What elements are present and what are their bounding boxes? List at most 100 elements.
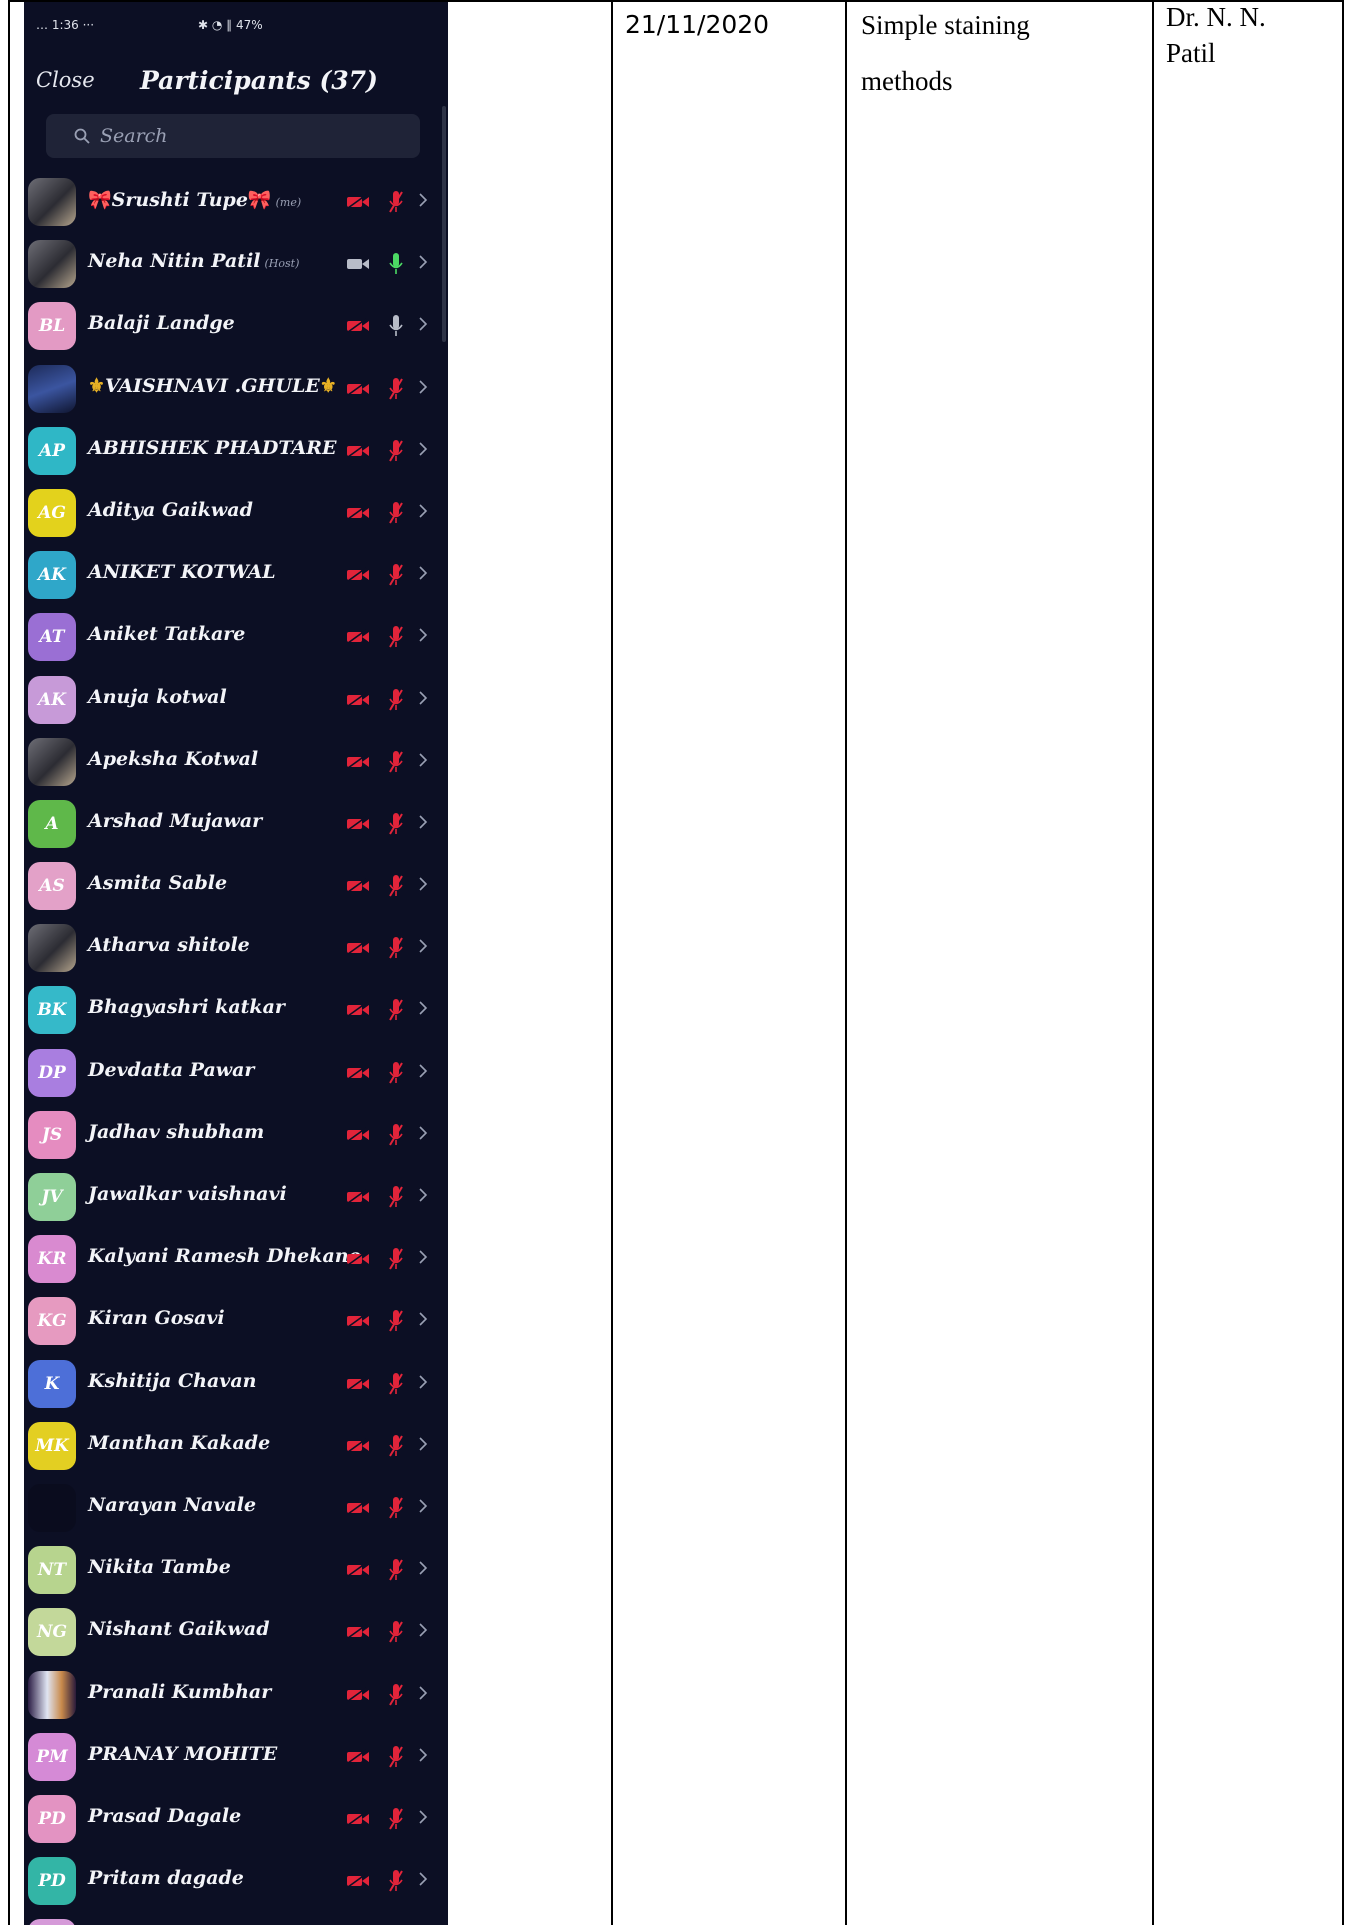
chevron-right-icon[interactable]	[418, 1434, 428, 1454]
chevron-right-icon[interactable]	[418, 1309, 428, 1329]
video-off-icon[interactable]	[346, 1313, 370, 1329]
video-off-icon[interactable]	[346, 1749, 370, 1765]
video-off-icon[interactable]	[346, 1251, 370, 1267]
chevron-right-icon[interactable]	[418, 563, 428, 583]
participant-row[interactable]: Pranali Kumbhar	[24, 1663, 448, 1725]
chevron-right-icon[interactable]	[418, 750, 428, 770]
mic-muted-icon[interactable]	[388, 998, 404, 1022]
mic-muted-icon[interactable]	[388, 1247, 404, 1271]
mic-muted-icon[interactable]	[388, 1807, 404, 1831]
participant-row[interactable]: A Arshad Mujawar	[24, 792, 448, 854]
chevron-right-icon[interactable]	[418, 1620, 428, 1640]
video-off-icon[interactable]	[346, 380, 370, 397]
video-off-icon[interactable]	[346, 1873, 370, 1889]
mic-muted-icon[interactable]	[388, 936, 404, 960]
mic-muted-icon[interactable]	[388, 1745, 404, 1769]
participant-row[interactable]: AS Asmita Sable	[24, 854, 448, 916]
participant-row[interactable]: PD Prasad Dagale	[24, 1787, 448, 1849]
participant-row[interactable]: 🎀Srushti Tupe🎀 (me)	[24, 170, 448, 232]
participant-row[interactable]: PD Pritam dagade	[24, 1849, 448, 1911]
participant-row[interactable]: Apeksha Kotwal	[24, 730, 448, 792]
chevron-right-icon[interactable]	[418, 190, 428, 210]
chevron-right-icon[interactable]	[418, 377, 428, 397]
participant-row[interactable]: ⚜VAISHNAVI .GHULE⚜	[24, 357, 448, 419]
participant-row[interactable]: AG Aditya Gaikwad	[24, 481, 448, 543]
chevron-right-icon[interactable]	[418, 1807, 428, 1827]
chevron-right-icon[interactable]	[418, 998, 428, 1018]
chevron-right-icon[interactable]	[418, 1496, 428, 1516]
chevron-right-icon[interactable]	[418, 439, 428, 459]
video-off-icon[interactable]	[346, 878, 370, 894]
participant-row[interactable]: Atharva shitole	[24, 916, 448, 978]
participant-row[interactable]: DP Devdatta Pawar	[24, 1041, 448, 1103]
video-off-icon[interactable]	[346, 1127, 370, 1143]
participant-row[interactable]: AP ABHISHEK PHADTARE	[24, 419, 448, 481]
chevron-right-icon[interactable]	[418, 1123, 428, 1143]
participant-row[interactable]: MK Manthan Kakade	[24, 1414, 448, 1476]
chevron-right-icon[interactable]	[418, 936, 428, 956]
mic-muted-icon[interactable]	[388, 874, 404, 898]
video-off-icon[interactable]	[346, 816, 370, 832]
video-off-icon[interactable]	[346, 567, 370, 583]
chevron-right-icon[interactable]	[418, 1247, 428, 1267]
chevron-right-icon[interactable]	[418, 501, 428, 521]
participant-row[interactable]: Neha Nitin Patil (Host)	[24, 232, 448, 294]
participant-row[interactable]: BK Bhagyashri katkar	[24, 978, 448, 1040]
mic-muted-icon[interactable]	[388, 1869, 404, 1893]
video-off-icon[interactable]	[346, 1438, 370, 1454]
video-off-icon[interactable]	[346, 1624, 370, 1640]
mic-muted-icon[interactable]	[388, 1309, 404, 1333]
chevron-right-icon[interactable]	[418, 625, 428, 645]
video-off-icon[interactable]	[346, 1500, 370, 1516]
video-off-icon[interactable]	[346, 318, 370, 334]
participant-row[interactable]: KR Kalyani Ramesh Dhekane	[24, 1227, 448, 1289]
mic-muted-icon[interactable]	[388, 1683, 404, 1707]
video-off-icon[interactable]	[346, 1686, 370, 1703]
video-off-icon[interactable]	[346, 1002, 370, 1018]
mic-muted-icon[interactable]	[388, 563, 404, 587]
participant-row[interactable]: Narayan Navale	[24, 1476, 448, 1538]
mic-muted-icon[interactable]	[388, 1185, 404, 1209]
chevron-right-icon[interactable]	[418, 314, 428, 334]
chevron-right-icon[interactable]	[418, 252, 428, 272]
participant-row[interactable]: AK Anuja kotwal	[24, 668, 448, 730]
chevron-right-icon[interactable]	[418, 1372, 428, 1392]
participant-row[interactable]: BL Balaji Landge	[24, 294, 448, 356]
participant-row[interactable]: JS Jadhav shubham	[24, 1103, 448, 1165]
participant-row[interactable]: AT Aniket Tatkare	[24, 605, 448, 667]
participant-row[interactable]	[24, 1911, 448, 1925]
participant-row[interactable]: KG Kiran Gosavi	[24, 1289, 448, 1351]
mic-icon[interactable]	[388, 314, 404, 338]
mic-muted-icon[interactable]	[388, 1123, 404, 1147]
mic-muted-icon[interactable]	[388, 750, 404, 774]
video-off-icon[interactable]	[346, 1562, 370, 1578]
chevron-right-icon[interactable]	[418, 1869, 428, 1889]
video-off-icon[interactable]	[346, 505, 370, 521]
video-off-icon[interactable]	[346, 940, 370, 956]
participant-row[interactable]: K Kshitija Chavan	[24, 1352, 448, 1414]
video-off-icon[interactable]	[346, 1375, 370, 1392]
chevron-right-icon[interactable]	[418, 1185, 428, 1205]
mic-muted-icon[interactable]	[388, 688, 404, 712]
video-off-icon[interactable]	[346, 1189, 370, 1205]
mic-muted-icon[interactable]	[388, 1496, 404, 1520]
mic-muted-icon[interactable]	[388, 1434, 404, 1458]
video-on-icon[interactable]	[346, 256, 370, 272]
video-off-icon[interactable]	[346, 1811, 370, 1827]
video-off-icon[interactable]	[346, 629, 370, 645]
mic-muted-icon[interactable]	[388, 439, 404, 463]
chevron-right-icon[interactable]	[418, 1061, 428, 1081]
video-off-icon[interactable]	[346, 194, 370, 210]
chevron-right-icon[interactable]	[418, 688, 428, 708]
participant-row[interactable]: PM PRANAY MOHITE	[24, 1725, 448, 1787]
video-off-icon[interactable]	[346, 691, 370, 708]
participant-row[interactable]: JV Jawalkar vaishnavi	[24, 1165, 448, 1227]
video-off-icon[interactable]	[346, 443, 370, 459]
participant-row[interactable]: NG Nishant Gaikwad	[24, 1600, 448, 1662]
chevron-right-icon[interactable]	[418, 812, 428, 832]
mic-icon[interactable]	[388, 252, 404, 276]
chevron-right-icon[interactable]	[418, 1683, 428, 1703]
mic-muted-icon[interactable]	[388, 377, 404, 401]
mic-muted-icon[interactable]	[388, 1558, 404, 1582]
video-off-icon[interactable]	[346, 754, 370, 770]
